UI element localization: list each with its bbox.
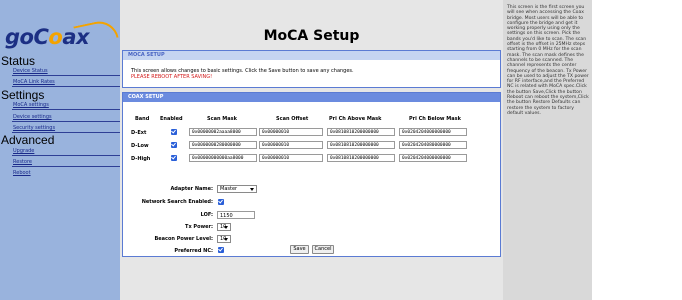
nav-divider — [12, 166, 120, 167]
band-enabled-checkbox[interactable] — [171, 142, 177, 148]
adapter-name-select[interactable]: Master — [217, 185, 257, 193]
band-name: D-High — [131, 156, 151, 162]
scan-mask-input[interactable]: 0x00000000000aa8000 — [189, 154, 257, 162]
reboot-warning: PLEASE REBOOT AFTER SAVING! — [131, 74, 213, 80]
gocoax-logo: goCoax — [5, 17, 119, 48]
column-header-scan-offset: Scan Offset — [276, 116, 309, 122]
pri-above-mask-input[interactable]: 0x0810810200000000 — [327, 128, 395, 136]
tx-power-select[interactable]: 10 — [217, 223, 231, 231]
preferred-nc-checkbox[interactable] — [218, 247, 224, 253]
scan-offset-input[interactable]: 0x00000010 — [259, 154, 323, 162]
page: goCoax Status Device Status MoCA Link Ra… — [0, 0, 682, 300]
cancel-button[interactable]: Cancel — [312, 245, 334, 254]
adapter-name-label: Adapter Name: — [170, 186, 213, 192]
chevron-down-icon — [250, 188, 254, 191]
column-header-band: Band — [135, 116, 150, 122]
nav-device-status[interactable]: Device Status — [13, 68, 48, 74]
pri-above-mask-input[interactable]: 0x0810810200000000 — [327, 154, 395, 162]
band-enabled-checkbox[interactable] — [171, 129, 177, 135]
column-header-scan-mask: Scan Mask — [207, 116, 237, 122]
scan-mask-input[interactable]: 0x00000002aaaa8000 — [189, 128, 257, 136]
nav-restore[interactable]: Restore — [13, 159, 32, 165]
band-name: D-Low — [131, 143, 149, 149]
nav-security-settings[interactable]: Security settings — [13, 125, 55, 131]
section-settings: Settings — [1, 88, 45, 102]
adapter-name-value: Master — [220, 186, 238, 192]
pri-below-mask-input[interactable]: 0x0204204080000000 — [399, 141, 467, 149]
moca-setup-panel: MOCA SETUP This screen allows changes to… — [122, 50, 501, 88]
lof-label: LOF: — [200, 212, 213, 218]
nav-divider — [12, 121, 120, 122]
nav-divider — [12, 155, 120, 156]
tx-power-label: Tx Power: — [185, 224, 213, 230]
pri-below-mask-input[interactable]: 0x0204204000000000 — [399, 154, 467, 162]
help-text: This screen is the first screen you will… — [507, 5, 589, 116]
column-header-pri-above: Pri Ch Above Mask — [329, 116, 382, 122]
page-title: MoCA Setup — [263, 28, 360, 44]
coax-setup-panel: COAX SETUP Band Enabled Scan Mask Scan O… — [122, 92, 501, 257]
network-search-checkbox[interactable] — [218, 199, 224, 205]
nav-divider — [12, 86, 120, 87]
column-header-enabled: Enabled — [160, 116, 183, 122]
logo-arc-icon — [73, 17, 119, 47]
save-button[interactable]: Save — [290, 245, 309, 254]
section-advanced: Advanced — [1, 133, 55, 147]
section-status: Status — [1, 54, 36, 68]
nav-upgrade[interactable]: Upgrade — [13, 148, 34, 154]
band-name: D-Ext — [131, 130, 147, 136]
preferred-nc-label: Preferred NC: — [174, 248, 213, 254]
scan-mask-input[interactable]: 0x0000000280000000 — [189, 141, 257, 149]
nav-divider — [12, 75, 120, 76]
network-search-label: Network Search Enabled: — [141, 199, 213, 205]
beacon-power-select[interactable]: 10 — [217, 235, 231, 243]
nav-reboot[interactable]: Reboot — [13, 170, 31, 176]
nav-moca-link-rates[interactable]: MoCA Link Rates — [13, 79, 55, 85]
moca-setup-header: MOCA SETUP — [123, 51, 500, 60]
beacon-power-label: Beacon Power Level: — [154, 236, 213, 242]
chevron-down-icon — [224, 226, 228, 229]
column-header-pri-below: Pri Ch Below Mask — [409, 116, 461, 122]
pri-above-mask-input[interactable]: 0x0810810200000000 — [327, 141, 395, 149]
coax-setup-header: COAX SETUP — [123, 93, 500, 102]
nav-moca-settings[interactable]: MoCA settings — [13, 102, 49, 108]
sidebar: goCoax Status Device Status MoCA Link Ra… — [0, 0, 120, 300]
scan-offset-input[interactable]: 0x00000010 — [259, 128, 323, 136]
chevron-down-icon — [224, 238, 228, 241]
nav-device-settings[interactable]: Device settings — [13, 114, 52, 120]
pri-below-mask-input[interactable]: 0x0204204000000000 — [399, 128, 467, 136]
band-enabled-checkbox[interactable] — [171, 155, 177, 161]
nav-divider — [12, 109, 120, 110]
lof-input[interactable]: 1150 — [217, 211, 255, 219]
scan-offset-input[interactable]: 0x00000010 — [259, 141, 323, 149]
